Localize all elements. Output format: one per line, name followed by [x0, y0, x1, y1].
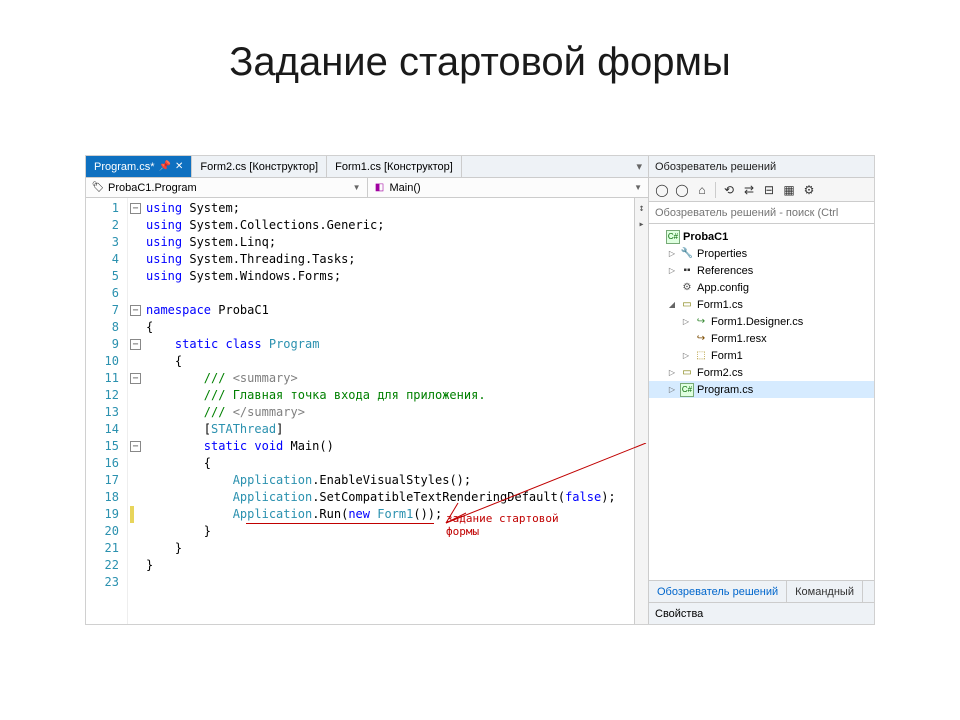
tree-node[interactable]: ▷▪▪References — [649, 262, 874, 279]
tree-node[interactable]: ⚙App.config — [649, 279, 874, 296]
tree-caret-icon[interactable]: ▷ — [667, 368, 677, 377]
slide-title: Задание стартовой формы — [0, 0, 960, 105]
solution-explorer: Обозреватель решений ◯ ◯ ⌂ ⟲ ⇄ ⊟ ▦ ⚙ C#P… — [649, 156, 874, 624]
tree-node[interactable]: ▷⬚Form1 — [649, 347, 874, 364]
editor-pane: Program.cs* 📌 ✕ Form2.cs [Конструктор] F… — [86, 156, 649, 624]
tree-label: App.config — [697, 282, 749, 294]
tree-caret-icon[interactable]: ▷ — [681, 351, 691, 360]
tree-label: Form2.cs — [697, 367, 743, 379]
tree-node[interactable]: ▷↪Form1.Designer.cs — [649, 313, 874, 330]
ide-screenshot: Program.cs* 📌 ✕ Form2.cs [Конструктор] F… — [85, 155, 875, 625]
tree-node[interactable]: C#ProbaC1 — [649, 228, 874, 245]
sync-button[interactable]: ⟲ — [720, 181, 738, 199]
home-button[interactable]: ⌂ — [693, 181, 711, 199]
tree-caret-icon[interactable]: ▷ — [681, 317, 691, 326]
solution-explorer-title: Обозреватель решений — [649, 156, 874, 178]
toolbar-separator — [715, 182, 716, 198]
tree-node[interactable]: ▷🔧Properties — [649, 245, 874, 262]
tree-label: Form1.cs — [697, 299, 743, 311]
tree-caret-icon[interactable]: ▷ — [667, 249, 677, 258]
solution-toolbar: ◯ ◯ ⌂ ⟲ ⇄ ⊟ ▦ ⚙ — [649, 178, 874, 202]
solution-tree[interactable]: C#ProbaC1▷🔧Properties▷▪▪References⚙App.c… — [649, 224, 874, 580]
class-icon: 🏷 — [92, 182, 104, 194]
tree-node[interactable]: ▷C#Program.cs — [649, 381, 874, 398]
tree-node[interactable]: ↪Form1.resx — [649, 330, 874, 347]
bottom-tab-solution[interactable]: Обозреватель решений — [649, 581, 787, 602]
split-toggle-icon[interactable]: ↕ — [638, 200, 644, 216]
refresh-button[interactable]: ⇄ — [740, 181, 758, 199]
class-name: ProbaC1.Program — [108, 182, 197, 194]
back-button[interactable]: ◯ — [653, 181, 671, 199]
tab-program-cs[interactable]: Program.cs* 📌 ✕ — [86, 156, 192, 177]
properties-panel-title: Свойства — [649, 602, 874, 624]
tree-label: References — [697, 265, 753, 277]
navigation-bar: 🏷 ProbaC1.Program ▼ ◧ Main() ▼ — [86, 178, 648, 198]
tab-form1-designer[interactable]: Form1.cs [Конструктор] — [327, 156, 462, 177]
tree-label: Properties — [697, 248, 747, 260]
properties-button[interactable]: ⚙ — [800, 181, 818, 199]
forward-button[interactable]: ◯ — [673, 181, 691, 199]
tab-strip: Program.cs* 📌 ✕ Form2.cs [Конструктор] F… — [86, 156, 648, 178]
tree-label: Form1.Designer.cs — [711, 316, 803, 328]
code-editor[interactable]: 1234567891011121314151617181920212223 us… — [86, 198, 648, 624]
fold-column[interactable] — [128, 198, 142, 624]
solution-search — [649, 202, 874, 224]
tree-caret-icon[interactable]: ▷ — [667, 266, 677, 275]
tree-label: Program.cs — [697, 384, 753, 396]
expand-toggle-icon[interactable]: ▸ — [638, 216, 644, 232]
tab-label: Form1.cs [Конструктор] — [335, 161, 453, 173]
tab-label: Program.cs* — [94, 161, 155, 173]
line-number-gutter: 1234567891011121314151617181920212223 — [86, 198, 128, 624]
annotation-underline — [246, 523, 434, 524]
tree-label: ProbaC1 — [683, 231, 728, 243]
tree-node[interactable]: ◢▭Form1.cs — [649, 296, 874, 313]
tab-label: Form2.cs [Конструктор] — [200, 161, 318, 173]
close-icon[interactable]: ✕ — [175, 161, 183, 172]
annotation-text: задание стартовой формы — [446, 512, 559, 538]
chevron-down-icon: ▼ — [634, 183, 642, 192]
editor-side-toggles: ↕ ▸ — [634, 198, 648, 624]
bottom-tab-team[interactable]: Командный — [787, 581, 863, 602]
method-icon: ◧ — [374, 182, 386, 194]
tree-label: Form1 — [711, 350, 743, 362]
tab-overflow-dropdown[interactable]: ▾ — [630, 156, 648, 177]
tree-label: Form1.resx — [711, 333, 767, 345]
show-all-button[interactable]: ▦ — [780, 181, 798, 199]
code-content[interactable]: using System;using System.Collections.Ge… — [142, 198, 634, 624]
collapse-button[interactable]: ⊟ — [760, 181, 778, 199]
tree-caret-icon[interactable]: ◢ — [667, 300, 677, 309]
tree-caret-icon[interactable]: ▷ — [667, 385, 677, 394]
solution-search-input[interactable] — [649, 202, 874, 223]
tab-form2-designer[interactable]: Form2.cs [Конструктор] — [192, 156, 327, 177]
member-dropdown[interactable]: ◧ Main() ▼ — [368, 178, 649, 197]
member-name: Main() — [390, 182, 421, 194]
class-dropdown[interactable]: 🏷 ProbaC1.Program ▼ — [86, 178, 368, 197]
chevron-down-icon: ▼ — [353, 183, 361, 192]
tree-node[interactable]: ▷▭Form2.cs — [649, 364, 874, 381]
pin-icon[interactable]: 📌 — [159, 161, 171, 172]
solution-bottom-tabs: Обозреватель решений Командный — [649, 580, 874, 602]
